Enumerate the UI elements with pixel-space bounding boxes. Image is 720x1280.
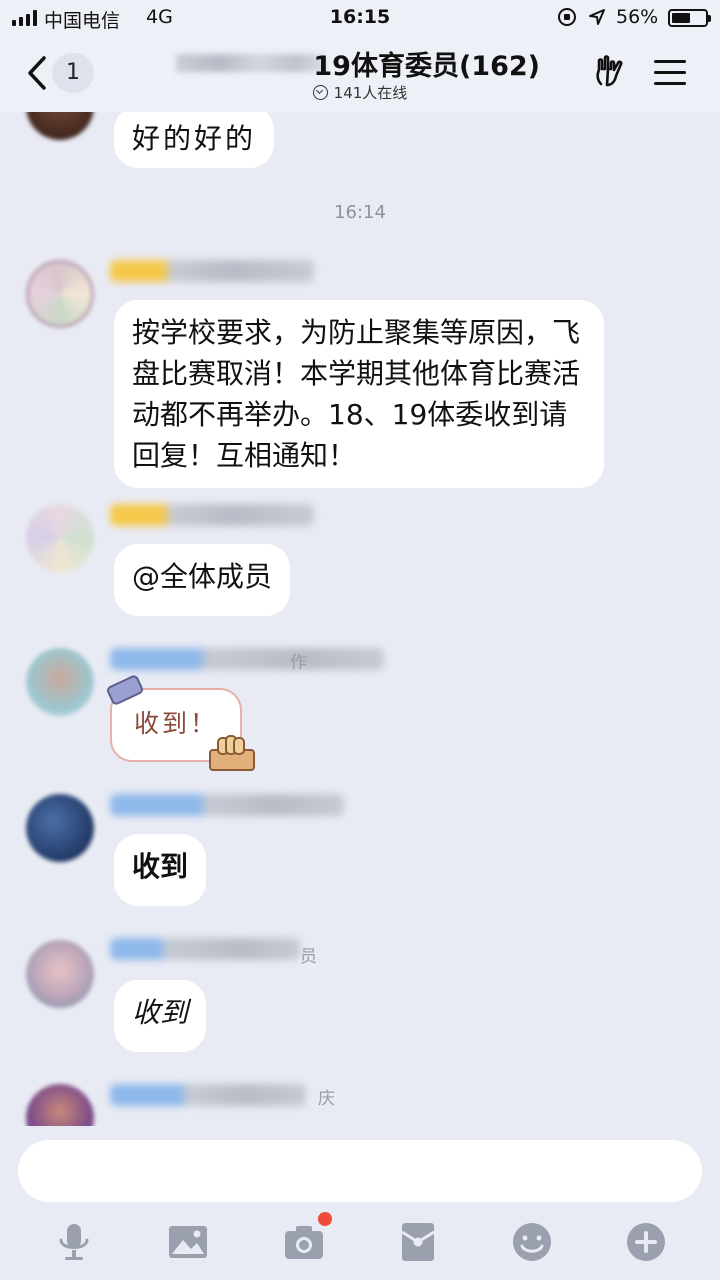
rotation-lock-icon xyxy=(558,8,576,26)
plus-icon xyxy=(627,1223,665,1261)
microphone-icon xyxy=(59,1224,89,1260)
sender-name-redacted xyxy=(110,648,384,670)
sticker-text: 收到！ xyxy=(134,709,219,738)
message-input[interactable] xyxy=(18,1140,702,1202)
microphone-button[interactable] xyxy=(52,1220,96,1264)
sender-name-redacted xyxy=(110,260,314,282)
red-packet-button[interactable] xyxy=(396,1220,440,1264)
chevron-down-icon xyxy=(312,85,328,100)
emoji-button[interactable] xyxy=(510,1220,554,1264)
avatar[interactable] xyxy=(26,648,94,716)
avatar[interactable] xyxy=(26,260,94,328)
online-count: 141人在线 xyxy=(333,84,408,102)
sender-name-fragment: 员 xyxy=(300,947,317,967)
avatar[interactable] xyxy=(26,1084,94,1126)
emoji-icon xyxy=(513,1223,551,1261)
avatar[interactable] xyxy=(26,794,94,862)
message-list[interactable]: 好的好的 16:14 按学校要求，为防止聚集等原因，飞盘比赛取消！本学期其他体育… xyxy=(0,112,720,1126)
battery-percent: 56% xyxy=(616,6,659,28)
chat-title: 19体育委员(162) xyxy=(313,51,540,82)
message-timestamp: 16:14 xyxy=(334,202,386,223)
input-panel xyxy=(0,1126,720,1280)
message-bubble[interactable]: 好的好的 xyxy=(114,112,275,168)
message-bubble[interactable]: 按学校要求，为防止聚集等原因，飞盘比赛取消！本学期其他体育比赛活动都不再举办。1… xyxy=(114,300,604,488)
avatar[interactable] xyxy=(26,112,94,140)
image-button[interactable] xyxy=(166,1220,210,1264)
avatar[interactable] xyxy=(26,504,94,572)
status-bar: 中国电信 4G 16:15 56% xyxy=(0,0,720,36)
location-icon xyxy=(589,9,605,25)
image-icon xyxy=(169,1226,207,1258)
notification-dot xyxy=(318,1212,332,1226)
sender-name-fragment: 作 xyxy=(290,653,307,673)
battery-icon xyxy=(668,9,711,27)
tag-decoration-icon xyxy=(105,673,145,707)
sender-name-fragment: 庆 xyxy=(318,1089,335,1109)
red-packet-icon xyxy=(401,1223,435,1261)
menu-icon[interactable] xyxy=(654,60,686,86)
sender-name-redacted xyxy=(110,1084,306,1106)
sender-name-redacted xyxy=(110,504,314,526)
camera-icon xyxy=(285,1226,323,1259)
chat-header: 1 19体育委员(162) 141人在线 xyxy=(0,36,720,112)
sender-name-redacted xyxy=(110,794,344,816)
sender-name-redacted xyxy=(110,938,300,960)
hand-gesture-icon[interactable] xyxy=(592,54,628,90)
battery-level xyxy=(672,13,690,23)
coins-icon xyxy=(209,735,255,771)
title-redacted xyxy=(176,54,326,72)
sticker-message[interactable]: 收到！ xyxy=(105,673,255,771)
more-button[interactable] xyxy=(624,1220,668,1264)
status-time: 16:15 xyxy=(329,6,391,28)
chat-title-area[interactable]: 19体育委员(162) xyxy=(150,44,570,82)
message-bubble[interactable]: @全体成员 xyxy=(114,544,291,616)
message-bubble[interactable]: 收到 xyxy=(114,834,207,906)
avatar[interactable] xyxy=(26,940,94,1008)
message-bubble[interactable]: 收到 xyxy=(114,980,207,1052)
camera-button[interactable] xyxy=(282,1220,326,1264)
